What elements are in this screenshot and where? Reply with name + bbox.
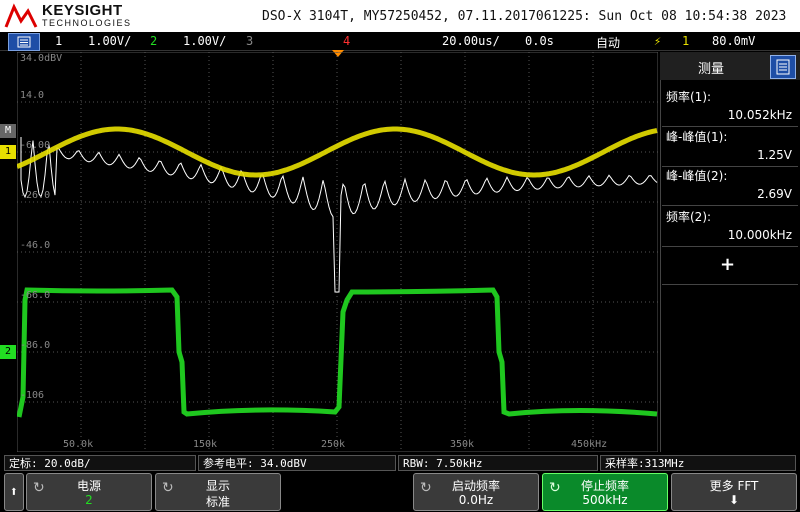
- reference-level-readout[interactable]: 参考电平: 34.0dBV: [198, 455, 396, 471]
- trigger-channel[interactable]: 1: [682, 34, 689, 48]
- brand-subtitle: TECHNOLOGIES: [42, 18, 132, 28]
- status-bar: 1 1.00V/ 2 1.00V/ 3 4 20.00us/ 0.0s 自动 ⚡…: [0, 32, 800, 51]
- down-arrow-icon: ⬇: [728, 493, 740, 507]
- back-button[interactable]: ⬆: [4, 473, 24, 511]
- softkey-more-fft-label: 更多 FFT: [709, 479, 759, 493]
- measure-label-vpp-1: 峰-峰值(1):: [666, 130, 728, 144]
- softkey-stop-freq-value: 500kHz: [582, 493, 628, 507]
- softkey-display-value: 标准: [205, 495, 230, 509]
- instrument-title: DSO-X 3104T, MY57250452, 07.11.201706122…: [262, 9, 787, 24]
- ch2-scale[interactable]: 1.00V/: [183, 34, 226, 48]
- y-label-1: 14.0: [20, 90, 45, 101]
- softkey-display-label: 显示: [205, 479, 230, 493]
- measure-value-vpp-2: 2.69V: [757, 187, 792, 201]
- sample-rate-readout[interactable]: 采样率:313MHz: [600, 455, 796, 471]
- trigger-level[interactable]: 80.0mV: [712, 34, 755, 48]
- ch1-ground-marker[interactable]: 1: [0, 145, 16, 159]
- softkey-start-freq[interactable]: ↻ 启动频率 0.0Hz: [413, 473, 539, 511]
- menu-icon: [776, 59, 790, 75]
- softkey-more-fft[interactable]: 更多 FFT ⬇: [671, 473, 797, 511]
- measure-value-vpp-1: 1.25V: [757, 148, 792, 162]
- measure-label-freq-1: 频率(1):: [666, 90, 712, 104]
- ch1-number[interactable]: 1: [55, 34, 62, 48]
- ch2-square-trace: [17, 287, 658, 418]
- math-ground-marker[interactable]: M: [0, 124, 16, 138]
- divider: [662, 284, 798, 285]
- softkey-start-freq-label: 启动频率: [451, 479, 500, 493]
- menu-icon: [17, 36, 31, 48]
- y-label-2: -6.00: [20, 140, 51, 151]
- measure-label-vpp-2: 峰-峰值(2):: [666, 169, 728, 183]
- x-label-1: 150k: [193, 439, 218, 450]
- measurement-panel-title: 测量: [698, 62, 725, 77]
- measure-value-freq-2: 10.000kHz: [727, 228, 792, 242]
- trigger-edge-icon: ⚡: [654, 34, 662, 48]
- x-label-4: 450kHz: [571, 439, 608, 450]
- ch4-number[interactable]: 4: [343, 34, 350, 48]
- y-label-4: -46.0: [20, 240, 51, 251]
- y-label-5: -66.0: [20, 290, 51, 301]
- divider: [662, 126, 798, 127]
- ch2-number[interactable]: 2: [150, 34, 157, 48]
- softkey-source[interactable]: ↻ 电源 2: [26, 473, 152, 511]
- y-label-0: 34.0dBV: [20, 53, 63, 64]
- fft-trace: [20, 137, 658, 293]
- x-label-2: 250k: [321, 439, 346, 450]
- softkey-source-label: 电源: [76, 479, 101, 493]
- y-label-3: -26.0: [20, 190, 51, 201]
- x-label-0: 50.0k: [63, 439, 94, 450]
- rbw-readout[interactable]: RBW: 7.50kHz: [398, 455, 598, 471]
- brand-name: KEYSIGHT: [42, 2, 123, 19]
- keysight-logo-icon: [4, 3, 38, 28]
- measurement-menu-button[interactable]: [770, 55, 796, 79]
- divider: [662, 205, 798, 206]
- softkey-source-value: 2: [85, 493, 93, 507]
- ch1-scale[interactable]: 1.00V/: [88, 34, 131, 48]
- trigger-mode[interactable]: 自动: [596, 34, 620, 51]
- timebase[interactable]: 20.00us/: [442, 34, 500, 48]
- softkey-display[interactable]: ↻ 显示 标准: [155, 473, 281, 511]
- ch2-ground-marker[interactable]: 2: [0, 345, 16, 359]
- up-arrow-icon: ⬆: [9, 484, 19, 500]
- x-label-3: 350k: [450, 439, 475, 450]
- softkey-start-freq-value: 0.0Hz: [458, 493, 494, 507]
- add-measurement-button[interactable]: +: [720, 254, 735, 275]
- y-label-6: -86.0: [20, 340, 51, 351]
- measure-value-freq-1: 10.052kHz: [727, 108, 792, 122]
- waveform-display[interactable]: [17, 52, 658, 452]
- main-menu-button[interactable]: [8, 33, 40, 51]
- divider: [662, 246, 798, 247]
- delay[interactable]: 0.0s: [525, 34, 554, 48]
- ch3-number[interactable]: 3: [246, 34, 253, 48]
- softkey-stop-freq-label: 停止频率: [580, 479, 629, 493]
- scale-readout[interactable]: 定标: 20.0dB/: [4, 455, 196, 471]
- measure-label-freq-2: 频率(2):: [666, 210, 712, 224]
- softkey-stop-freq[interactable]: ↻ 停止频率 500kHz: [542, 473, 668, 511]
- y-label-7: -106: [20, 390, 45, 401]
